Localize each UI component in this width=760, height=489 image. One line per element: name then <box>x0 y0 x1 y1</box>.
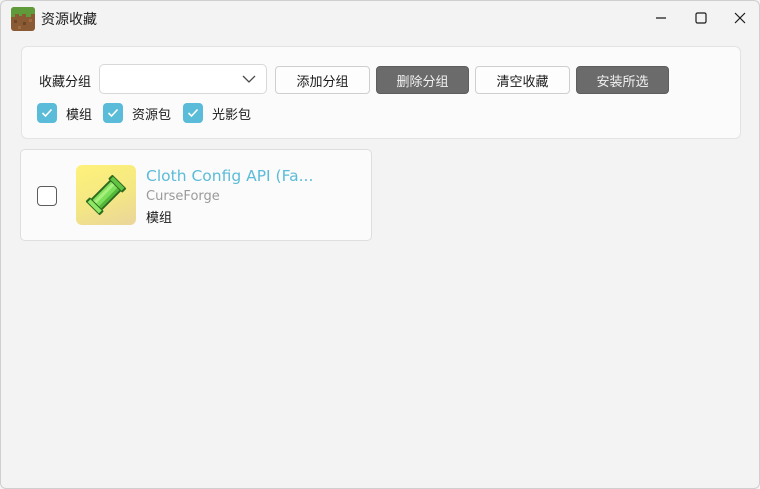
maximize-icon <box>695 12 707 24</box>
grass-block-icon <box>11 7 35 31</box>
filter-shaderpacks[interactable]: 光影包 <box>183 103 251 123</box>
add-group-button[interactable]: 添加分组 <box>275 66 370 94</box>
favorites-window: 资源收藏 收藏分组 添加分组 删除分组 清空收藏 安装所选 模组 资源包 光影包… <box>0 0 760 489</box>
install-selected-button[interactable]: 安装所选 <box>576 66 669 94</box>
item-checkbox[interactable] <box>37 186 57 206</box>
filter-label-mods: 模组 <box>66 107 93 123</box>
item-source: CurseForge <box>146 189 220 204</box>
checkbox-mods[interactable] <box>37 103 57 123</box>
check-icon <box>187 108 199 118</box>
filter-resourcepacks[interactable]: 资源包 <box>103 103 171 123</box>
window-title: 资源收藏 <box>41 12 97 28</box>
check-icon <box>107 108 119 118</box>
group-select[interactable] <box>99 64 267 94</box>
minimize-icon <box>656 17 666 19</box>
checkbox-shaderpacks[interactable] <box>183 103 203 123</box>
item-type: 模组 <box>146 211 173 226</box>
clear-favorites-button[interactable]: 清空收藏 <box>475 66 570 94</box>
favorite-item-card[interactable]: Cloth Config API (Fa... CurseForge 模组 <box>20 149 372 241</box>
checkbox-resourcepacks[interactable] <box>103 103 123 123</box>
group-label: 收藏分组 <box>39 75 92 90</box>
minimize-button[interactable] <box>641 1 681 35</box>
filter-label-resourcepacks: 资源包 <box>132 107 172 123</box>
title-bar: 资源收藏 <box>1 1 759 37</box>
filter-mods[interactable]: 模组 <box>37 103 92 123</box>
toolbar-panel: 收藏分组 添加分组 删除分组 清空收藏 安装所选 模组 资源包 光影包 <box>21 46 741 139</box>
delete-group-button[interactable]: 删除分组 <box>376 66 469 94</box>
close-button[interactable] <box>720 1 759 35</box>
check-icon <box>41 108 53 118</box>
filter-label-shaderpacks: 光影包 <box>212 107 252 123</box>
item-title[interactable]: Cloth Config API (Fa... <box>146 167 313 185</box>
cloth-scroll-icon <box>76 165 136 225</box>
close-icon <box>734 12 746 24</box>
chevron-down-icon <box>242 75 256 83</box>
maximize-button[interactable] <box>681 1 721 35</box>
